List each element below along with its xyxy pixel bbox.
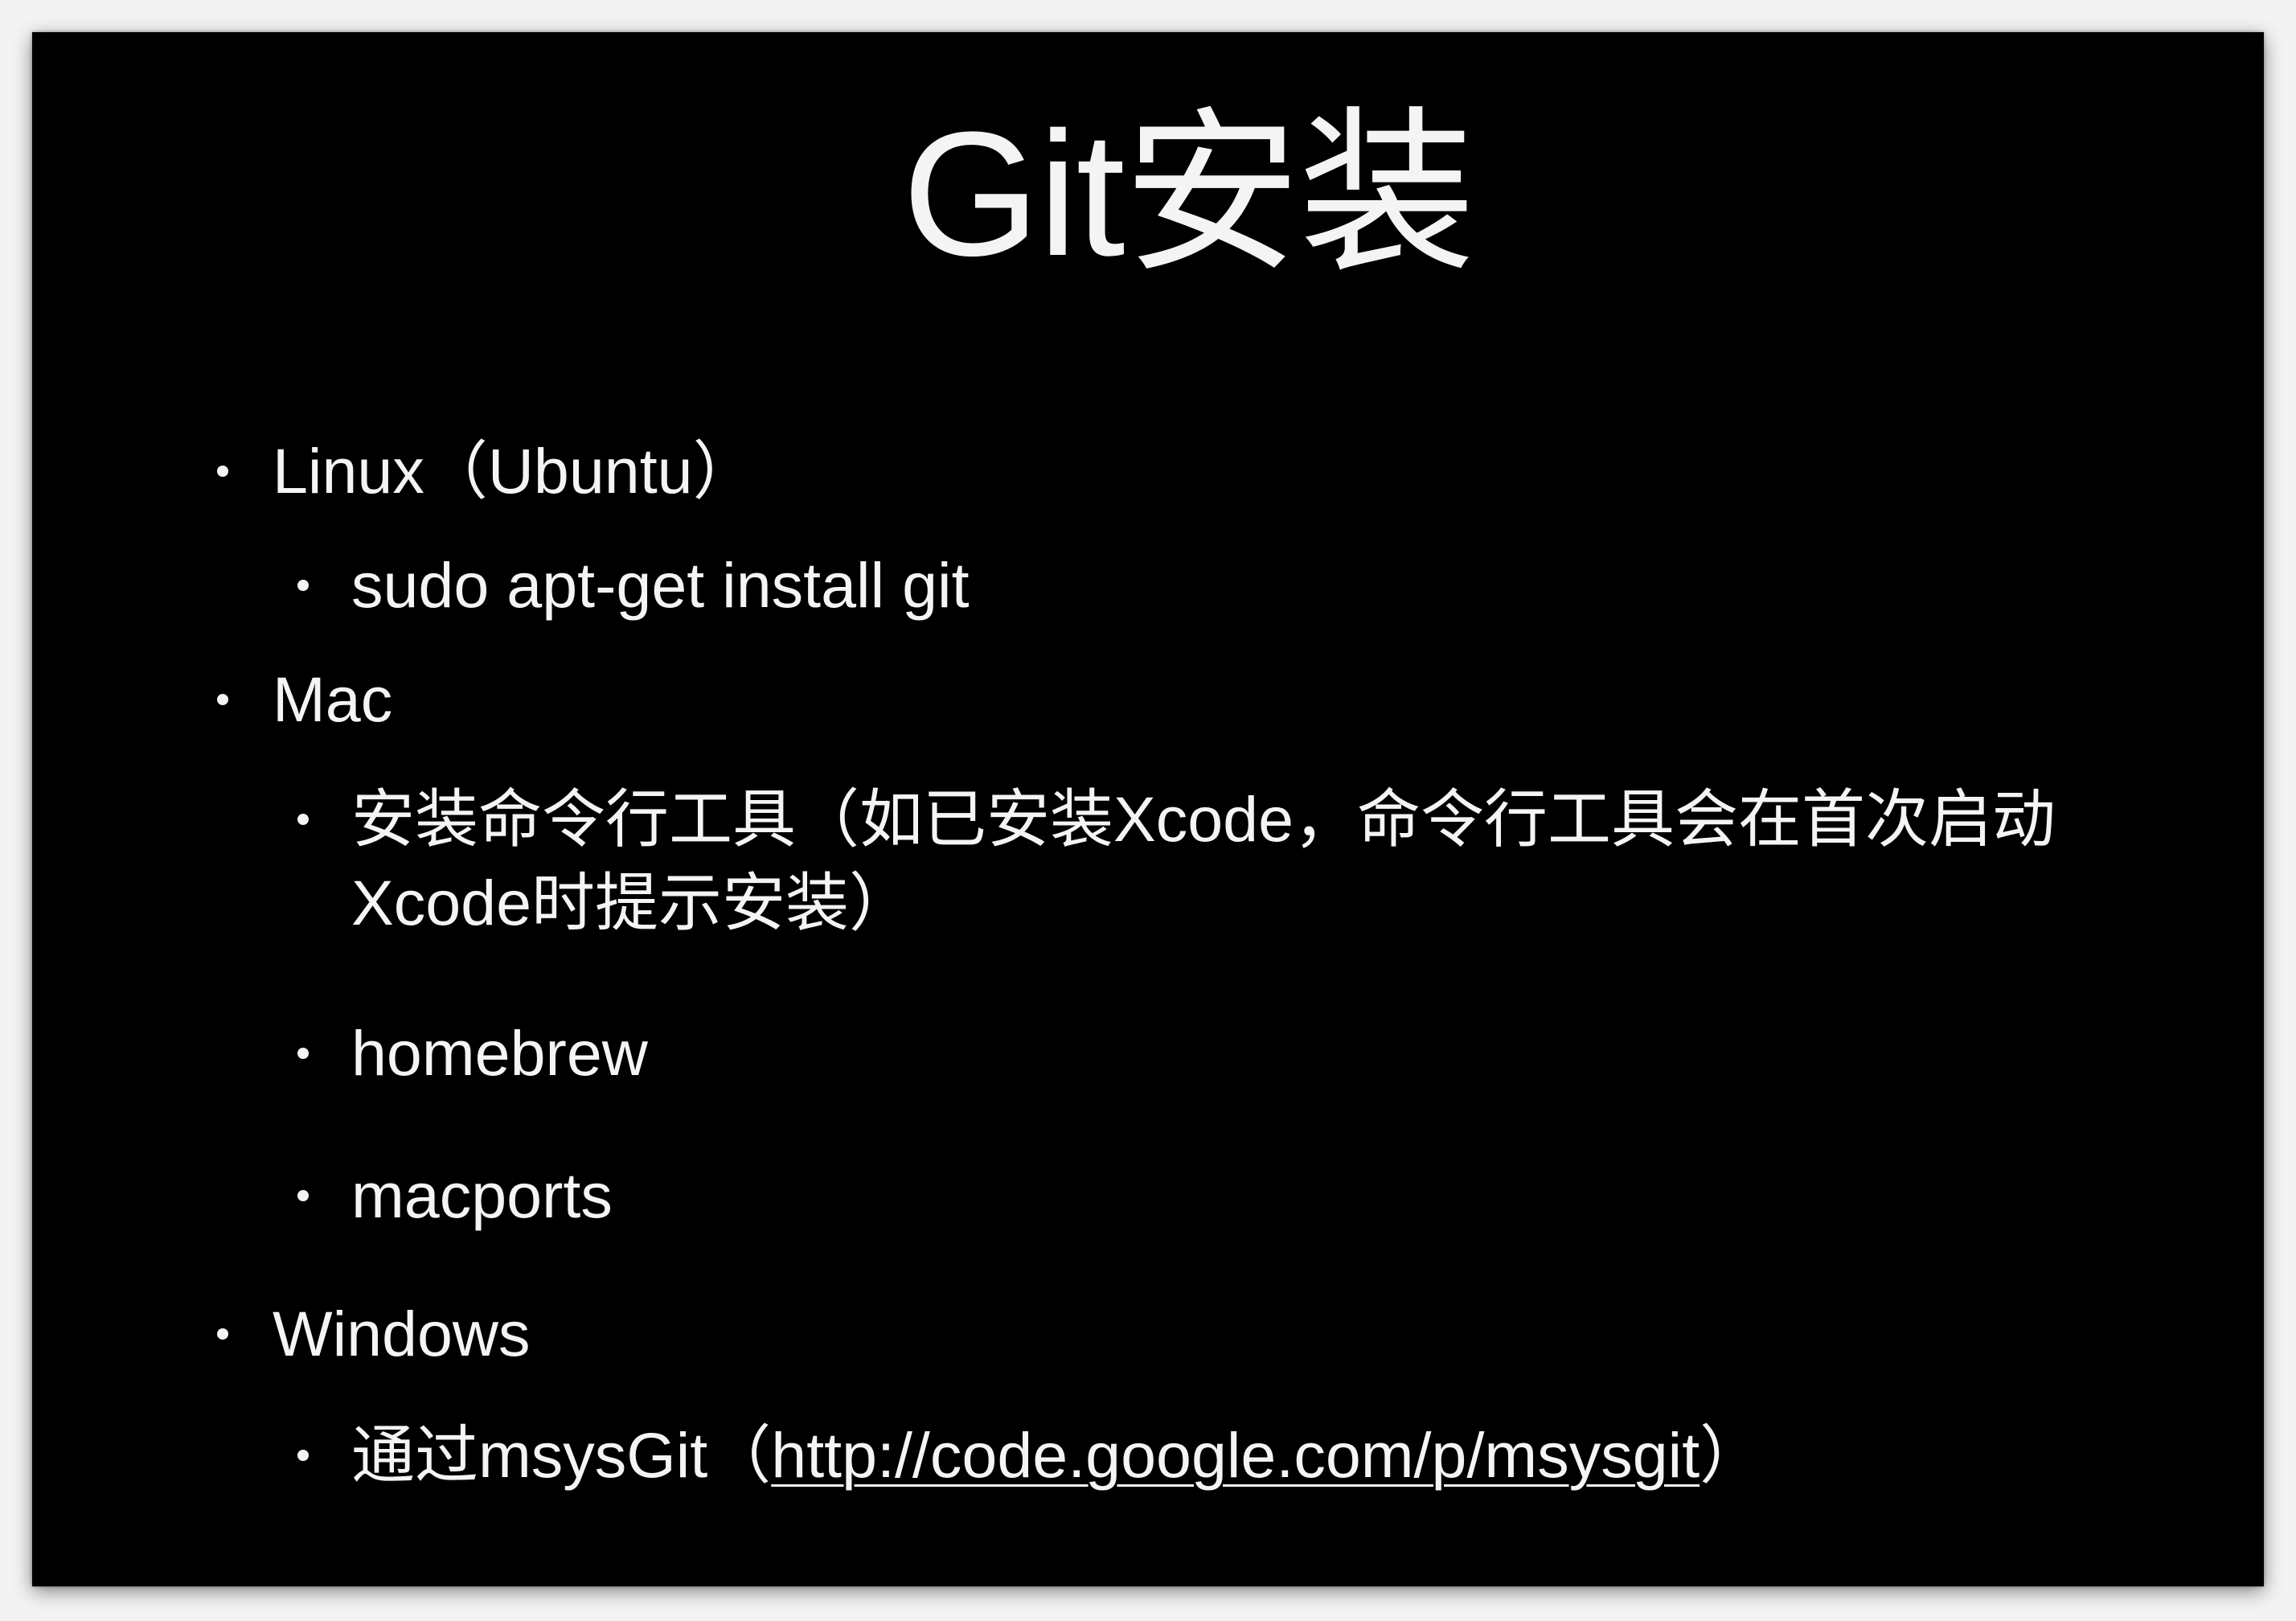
- sub-bullet-text: 安装命令行工具（如已安装Xcode，命令行工具会在首次启动 Xcode时提示安装…: [351, 787, 2056, 934]
- slide-title: Git安装: [902, 95, 1475, 293]
- presentation-slide: Git安装 Linux（Ubuntu） sudo apt-get install…: [32, 32, 2264, 1586]
- bullet-dot-icon: [217, 466, 228, 477]
- sub-bullet-text: homebrew: [351, 1017, 648, 1089]
- bullet-dot-icon: [297, 580, 309, 591]
- sub-bullet-text: sudo apt-get install git: [351, 549, 970, 621]
- bullet-text: Windows: [273, 1298, 531, 1369]
- bullet-text: Linux（Ubuntu）: [273, 435, 756, 507]
- bullet-dot-icon: [297, 1190, 309, 1201]
- msysgit-link[interactable]: http://code.google.com/p/msysgit: [771, 1419, 1699, 1491]
- bullet-dot-icon: [297, 1450, 309, 1461]
- bullet-item-windows: Windows: [32, 1302, 2264, 1365]
- sub-bullet-text: 通过msysGit（http://code.google.com/p/msysg…: [351, 1423, 1763, 1487]
- sub-bullet-text: macports: [351, 1159, 613, 1231]
- bullet-text: Mac: [273, 663, 393, 735]
- sub-bullet-item-msysgit: 通过msysGit（http://code.google.com/p/msysg…: [32, 1423, 2264, 1487]
- sub-bullet-item-homebrew: homebrew: [32, 1021, 2264, 1085]
- msysgit-prefix: 通过msysGit（: [351, 1419, 772, 1491]
- bullet-item-linux: Linux（Ubuntu）: [32, 439, 2264, 503]
- bullet-dot-icon: [297, 814, 309, 825]
- sub-bullet-item-macports: macports: [32, 1163, 2264, 1227]
- bullet-dot-icon: [217, 694, 228, 705]
- sub-bullet-text-line: 安装命令行工具（如已安装Xcode，命令行工具会在首次启动: [351, 783, 2056, 855]
- sub-bullet-item-apt-get: sudo apt-get install git: [32, 553, 2264, 617]
- msysgit-suffix: ）: [1699, 1419, 1764, 1491]
- bullet-dot-icon: [217, 1328, 228, 1340]
- bullet-item-mac: Mac: [32, 667, 2264, 731]
- bullet-dot-icon: [297, 1048, 309, 1059]
- sub-bullet-item-command-line-tools: 安装命令行工具（如已安装Xcode，命令行工具会在首次启动 Xcode时提示安装…: [32, 787, 2264, 934]
- sub-bullet-text-line: Xcode时提示安装）: [351, 867, 913, 938]
